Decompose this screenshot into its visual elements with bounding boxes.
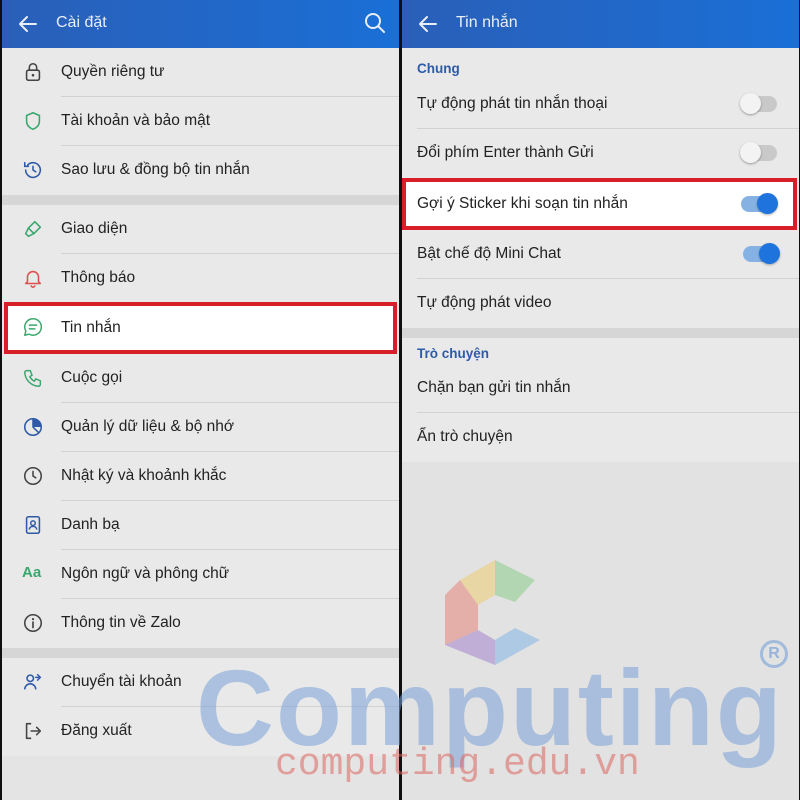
settings-item-language-font[interactable]: Aa Ngôn ngữ và phông chữ [2,550,399,599]
section-header-label: Trò chuyện [417,346,490,361]
setting-mini-chat[interactable]: Bật chế độ Mini Chat [402,230,799,279]
settings-item-label: Thông tin về Zalo [61,614,181,631]
setting-auto-play-voice[interactable]: Tự động phát tin nhắn thoại [402,80,799,129]
settings-item-switch-account[interactable]: Chuyển tài khoản [2,658,399,707]
messages-title: Tin nhắn [456,14,518,31]
settings-item-notifications[interactable]: Thông báo [2,254,399,303]
messages-appbar: Tin nhắn [402,0,799,48]
logout-icon [25,722,42,740]
setting-label: Chặn bạn gửi tin nhắn [417,379,571,396]
settings-item-label: Tài khoản và bảo mật [61,112,211,129]
settings-item-diary-moments[interactable]: Nhật ký và khoảnh khắc [2,452,399,501]
settings-item-account-security[interactable]: Tài khoản và bảo mật [2,97,399,146]
settings-item-label: Quyền riêng tư [61,63,165,80]
messages-settings-panel: Tin nhắn Chung Tự động phát tin nhắn tho… [402,0,799,800]
bell-icon [24,270,42,288]
settings-item-about-zalo[interactable]: Thông tin về Zalo [2,599,399,648]
info-icon [23,613,43,633]
settings-item-calls[interactable]: Cuộc gọi [2,354,399,403]
setting-block-messages[interactable]: Chặn bạn gửi tin nhắn [402,364,799,413]
toggle-switch[interactable] [741,193,778,214]
settings-item-backup-sync[interactable]: Sao lưu & đồng bộ tin nhắn [2,146,399,195]
search-icon[interactable] [363,11,387,35]
settings-item-label: Thông báo [61,269,136,286]
setting-enter-to-send[interactable]: Đổi phím Enter thành Gửi [402,129,799,178]
settings-item-data-storage[interactable]: Quản lý dữ liệu & bộ nhớ [2,403,399,452]
settings-item-label: Đăng xuất [61,722,132,739]
group-separator [402,328,799,338]
settings-item-label: Chuyển tài khoản [61,673,182,690]
settings-item-privacy[interactable]: Quyền riêng tư [2,48,399,97]
toggle-knob [759,243,780,264]
phone-icon [24,369,42,387]
settings-item-label: Cuộc gọi [61,369,123,386]
contacts-icon [25,515,41,535]
setting-label: Tự động phát tin nhắn thoại [417,95,608,112]
settings-item-appearance[interactable]: Giao diện [2,205,399,254]
empty-area [402,462,799,800]
setting-label: Đổi phím Enter thành Gửi [417,144,594,161]
group-separator [2,648,399,658]
history-clock-icon [23,161,42,179]
group-separator [2,195,399,205]
toggle-knob [757,193,778,214]
setting-auto-play-video[interactable]: Tự động phát video [402,279,799,328]
settings-title: Cài đặt [56,14,107,31]
chat-bubble-icon [24,318,43,336]
settings-item-contacts[interactable]: Danh bạ [2,501,399,550]
settings-appbar: Cài đặt [2,0,399,48]
shield-icon [25,111,41,131]
settings-item-label: Nhật ký và khoảnh khắc [61,467,227,484]
settings-panel: Cài đặt Quyền riêng tư Tài khoản và bảo … [2,0,399,800]
settings-item-label: Danh bạ [61,516,120,533]
settings-item-logout[interactable]: Đăng xuất [2,707,399,756]
setting-hide-chat[interactable]: Ẩn trò chuyện [402,413,799,462]
setting-label: Ẩn trò chuyện [417,428,513,445]
setting-label: Tự động phát video [417,294,552,311]
toggle-knob [740,142,761,163]
setting-label: Gợi ý Sticker khi soạn tin nhắn [417,195,628,212]
paint-brush-icon [24,220,42,238]
settings-item-label: Giao diện [61,220,128,237]
settings-item-label: Quản lý dữ liệu & bộ nhớ [61,418,235,435]
section-header-label: Chung [417,61,460,76]
toggle-knob [740,93,761,114]
highlighted-settings-item-messages[interactable]: Tin nhắn [4,302,397,354]
toggle-switch[interactable] [740,142,777,163]
back-arrow-icon[interactable] [416,12,440,36]
highlighted-setting-sticker-suggestions[interactable]: Gợi ý Sticker khi soạn tin nhắn [402,178,797,230]
switch-account-icon [23,673,42,690]
setting-label: Bật chế độ Mini Chat [417,245,561,262]
toggle-switch[interactable] [740,93,777,114]
settings-item-label: Sao lưu & đồng bộ tin nhắn [61,161,250,178]
pie-chart-icon [23,417,43,437]
settings-item-label: Tin nhắn [61,319,121,336]
lock-icon [25,62,41,82]
section-header-general: Chung [402,48,799,80]
clock-icon [23,466,43,486]
settings-item-label: Ngôn ngữ và phông chữ [61,565,230,582]
language-icon: Aa [22,564,42,581]
toggle-switch[interactable] [743,243,780,264]
back-arrow-icon[interactable] [16,12,40,36]
